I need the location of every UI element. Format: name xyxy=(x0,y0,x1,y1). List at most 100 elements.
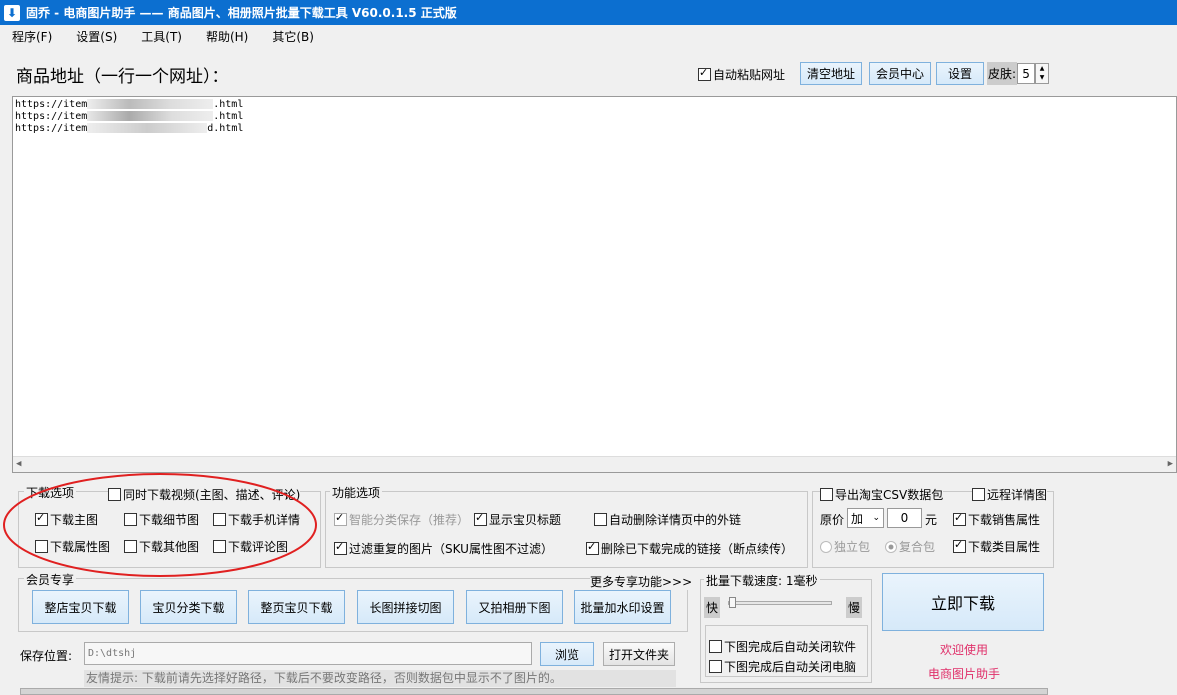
url-text: https://item xyxy=(15,99,88,110)
function-options-legend: 功能选项 xyxy=(330,484,383,501)
auto-paste-checkbox[interactable]: 自动粘贴网址 xyxy=(698,66,785,83)
menu-bar: 程序(F) 设置(S) 工具(T) 帮助(H) 其它(B) xyxy=(0,25,1177,47)
radio-icon xyxy=(885,540,897,553)
export-csv-label: 导出淘宝CSV数据包 xyxy=(835,488,944,502)
youpai-album-button[interactable]: 又拍相册下图 xyxy=(466,590,563,624)
url-tail: d.html xyxy=(207,123,244,134)
app-icon: ⬇ xyxy=(4,4,20,21)
price-unit: 元 xyxy=(925,513,938,527)
member-center-button[interactable]: 会员中心 xyxy=(869,62,931,85)
category-attribute-label: 下载类目属性 xyxy=(968,540,1041,554)
filter-duplicate-checkbox[interactable]: 过滤重复的图片（SKU属性图不过滤） xyxy=(334,540,553,557)
settings-button[interactable]: 设置 xyxy=(936,62,984,85)
whole-shop-download-button[interactable]: 整店宝贝下载 xyxy=(32,590,129,624)
url-tail: .html xyxy=(213,99,244,110)
download-now-button[interactable]: 立即下载 xyxy=(882,573,1044,631)
checkbox-icon xyxy=(709,640,722,653)
whole-page-download-button[interactable]: 整页宝贝下载 xyxy=(248,590,345,624)
combined-package-radio[interactable]: 复合包 xyxy=(885,538,935,555)
welcome-text: 欢迎使用 xyxy=(940,643,989,657)
chevron-down-icon: ⌄ xyxy=(872,513,880,523)
skin-spinner[interactable]: ▲ ▼ xyxy=(1035,63,1050,84)
member-legend: 会员专享 xyxy=(24,571,77,588)
show-title-checkbox[interactable]: 显示宝贝标题 xyxy=(474,511,561,528)
menu-settings[interactable]: 设置(S) xyxy=(76,28,117,45)
delete-done-links-checkbox[interactable]: 删除已下载完成的链接（断点续传） xyxy=(586,540,793,557)
checkbox-icon xyxy=(334,540,347,555)
menu-help[interactable]: 帮助(H) xyxy=(206,28,248,45)
auto-delete-links-checkbox[interactable]: 自动删除详情页中的外链 xyxy=(594,511,741,528)
url-line: https://item .html xyxy=(15,111,1174,123)
url-tail: .html xyxy=(213,111,244,122)
url-line: https://item d.html xyxy=(15,123,1174,135)
sales-attribute-checkbox[interactable]: 下载销售属性 xyxy=(953,511,1040,528)
skin-label: 皮肤: xyxy=(987,62,1018,85)
smart-save-checkbox[interactable]: 智能分类保存（推荐） xyxy=(334,511,469,528)
checkbox-icon xyxy=(334,511,347,526)
title-bar: ⬇ 固乔 - 电商图片助手 —— 商品图片、相册照片批量下载工具 V60.0.1… xyxy=(0,0,1177,25)
open-folder-button[interactable]: 打开文件夹 xyxy=(603,642,675,666)
single-package-radio[interactable]: 独立包 xyxy=(820,538,870,555)
speed-legend: 批量下载速度: 1毫秒 xyxy=(704,572,820,589)
more-features-link[interactable]: 更多专享功能>>> xyxy=(590,573,693,590)
browse-button[interactable]: 浏览 xyxy=(540,642,594,666)
remote-detail-label: 远程详情图 xyxy=(987,488,1048,502)
menu-other[interactable]: 其它(B) xyxy=(272,28,314,45)
speed-fast-label: 快 xyxy=(704,597,721,618)
combined-package-label: 复合包 xyxy=(899,540,936,554)
checkbox-icon xyxy=(972,488,985,501)
blurred-region xyxy=(87,99,214,109)
skin-value[interactable]: 5 xyxy=(1017,63,1036,84)
delete-done-label: 删除已下载完成的链接（断点续传） xyxy=(601,542,794,556)
price-op-select[interactable]: 加 ⌄ xyxy=(847,508,884,528)
url-input-area[interactable]: https://item .html https://item .html http… xyxy=(12,96,1177,473)
radio-icon xyxy=(820,540,832,553)
checkbox-icon xyxy=(709,660,722,673)
checkbox-icon xyxy=(474,511,487,526)
price-value-input[interactable]: 0 xyxy=(887,508,922,528)
app-name-text: 电商图片助手 xyxy=(928,667,1001,681)
auto-close-pc-checkbox[interactable]: 下图完成后自动关闭电脑 xyxy=(709,658,856,675)
checkbox-icon xyxy=(820,488,833,501)
url-text: https://item xyxy=(15,123,88,134)
skin-control: 皮肤: 5 ▲ ▼ xyxy=(987,62,1050,85)
url-text: https://item xyxy=(15,111,88,122)
checkbox-icon xyxy=(953,511,966,526)
remote-detail-checkbox[interactable]: 远程详情图 xyxy=(972,486,1048,503)
checkbox-icon xyxy=(586,540,599,555)
save-path-input[interactable]: D:\dtshj xyxy=(84,642,532,665)
auto-close-app-label: 下图完成后自动关闭软件 xyxy=(724,640,857,654)
auto-close-app-checkbox[interactable]: 下图完成后自动关闭软件 xyxy=(709,638,856,655)
single-package-label: 独立包 xyxy=(834,540,871,554)
url-section-label: 商品地址（一行一个网址）： xyxy=(16,67,229,87)
clear-urls-button[interactable]: 清空地址 xyxy=(800,62,862,85)
batch-watermark-button[interactable]: 批量加水印设置 xyxy=(574,590,671,624)
spin-up-icon[interactable]: ▲ xyxy=(1036,64,1048,73)
auto-delete-links-label: 自动删除详情页中的外链 xyxy=(609,513,742,527)
export-csv-checkbox[interactable]: 导出淘宝CSV数据包 xyxy=(820,486,944,503)
long-image-stitch-button[interactable]: 长图拼接切图 xyxy=(357,590,454,624)
filter-duplicate-label: 过滤重复的图片（SKU属性图不过滤） xyxy=(349,542,553,556)
auto-paste-label: 自动粘贴网址 xyxy=(713,68,786,82)
speed-slow-label: 慢 xyxy=(846,597,863,618)
checkbox-icon xyxy=(953,538,966,553)
scroll-right-icon[interactable]: ▶ xyxy=(1168,458,1173,470)
category-download-button[interactable]: 宝贝分类下载 xyxy=(140,590,237,624)
sales-attribute-label: 下载销售属性 xyxy=(968,513,1041,527)
category-attribute-checkbox[interactable]: 下载类目属性 xyxy=(953,538,1040,555)
blurred-region xyxy=(87,123,208,133)
scroll-left-icon[interactable]: ◀ xyxy=(16,458,21,470)
menu-tools[interactable]: 工具(T) xyxy=(141,28,182,45)
spin-down-icon[interactable]: ▼ xyxy=(1036,73,1048,82)
progress-bar xyxy=(20,688,1048,695)
speed-slider-track[interactable] xyxy=(728,601,832,605)
highlight-circle xyxy=(3,473,317,577)
smart-save-label: 智能分类保存（推荐） xyxy=(349,513,470,527)
url-line: https://item .html xyxy=(15,99,1174,111)
menu-program[interactable]: 程序(F) xyxy=(12,28,52,45)
tip-text: 友情提示: 下载前请先选择好路径，下载后不要改变路径，否则数据包中显示不了图片的… xyxy=(84,670,676,687)
blurred-region xyxy=(87,111,214,121)
window-title: 固乔 - 电商图片助手 —— 商品图片、相册照片批量下载工具 V60.0.1.5… xyxy=(26,6,457,20)
speed-slider-thumb[interactable] xyxy=(729,597,736,608)
auto-close-pc-label: 下图完成后自动关闭电脑 xyxy=(724,660,857,674)
